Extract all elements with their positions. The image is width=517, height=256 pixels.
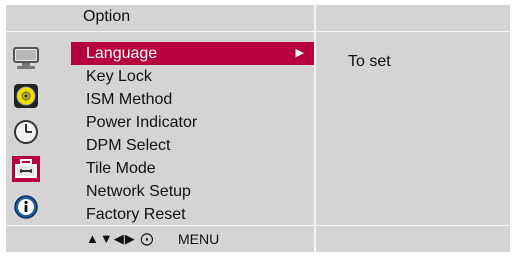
description-text: To set <box>348 53 391 70</box>
info-icon[interactable] <box>12 194 40 220</box>
divider <box>314 5 316 31</box>
menu-item-label: Network Setup <box>86 183 191 200</box>
monitor-icon[interactable] <box>12 46 40 72</box>
osd-menu: Option Language ▶ Key Lock ISM Method Po… <box>6 5 510 252</box>
toolbox-icon[interactable] <box>12 156 40 182</box>
page-title: Option <box>83 8 131 25</box>
menu-item-key-lock[interactable]: Key Lock <box>71 65 314 88</box>
menu-item-label: Tile Mode <box>86 160 156 177</box>
category-icon-column <box>6 32 64 225</box>
description-panel: To set <box>316 32 510 225</box>
submenu-arrow-icon: ▶ <box>295 47 304 59</box>
menu-item-tile-mode[interactable]: Tile Mode <box>71 157 314 180</box>
footer-bar: ▲▼◀▶ ⨀ MENU <box>6 225 510 252</box>
menu-item-label: Power Indicator <box>86 114 198 131</box>
menu-item-label: ISM Method <box>86 91 173 108</box>
divider <box>314 226 316 252</box>
menu-item-ism-method[interactable]: ISM Method <box>71 88 314 111</box>
menu-item-label: Factory Reset <box>86 206 186 223</box>
menu-item-label: Language <box>86 45 158 62</box>
option-menu-list: Language ▶ Key Lock ISM Method Power Ind… <box>64 32 314 225</box>
menu-item-network-setup[interactable]: Network Setup <box>71 180 314 203</box>
audio-disc-icon[interactable] <box>12 83 40 109</box>
menu-item-power-indicator[interactable]: Power Indicator <box>71 111 314 134</box>
menu-item-language[interactable]: Language ▶ <box>71 42 314 65</box>
menu-item-factory-reset[interactable]: Factory Reset <box>71 203 314 226</box>
header-bar: Option <box>6 5 510 32</box>
menu-item-dpm-select[interactable]: DPM Select <box>71 134 314 157</box>
menu-item-label: Key Lock <box>86 68 152 85</box>
menu-hint-label: MENU <box>178 231 220 247</box>
navigation-keys-icon: ▲▼◀▶ ⨀ <box>86 231 155 246</box>
clock-icon[interactable] <box>12 119 40 145</box>
menu-item-label: DPM Select <box>86 137 171 154</box>
